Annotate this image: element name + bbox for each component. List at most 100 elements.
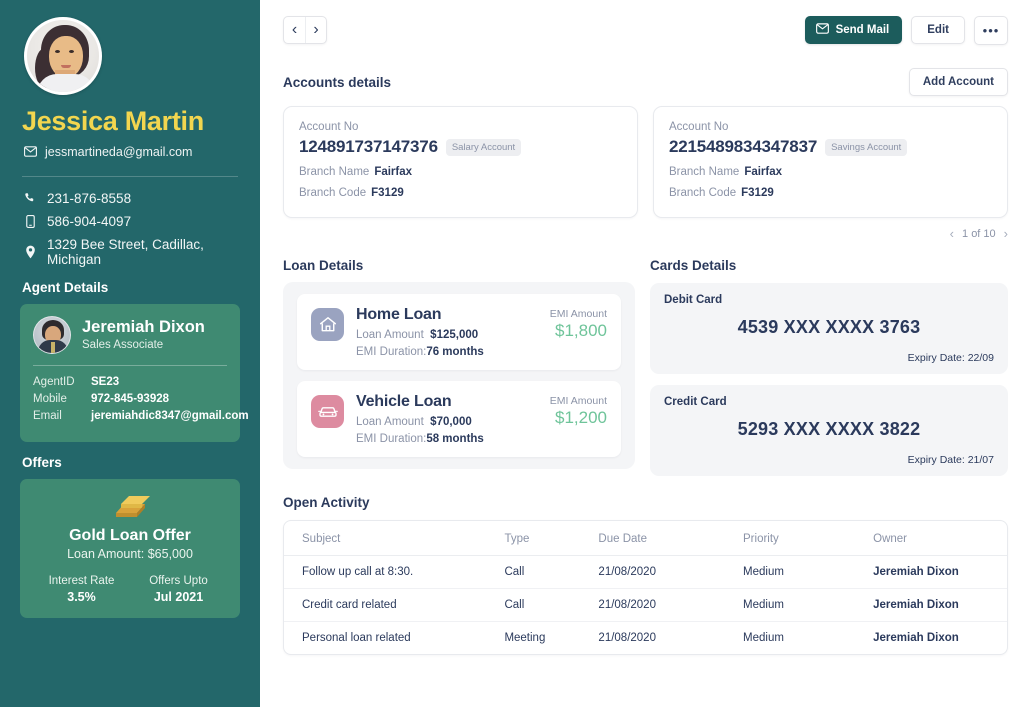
profile-mobile: 586-904-4097 xyxy=(47,213,132,229)
loan-amount-label: Loan Amount xyxy=(356,329,424,341)
account-card[interactable]: Account No 124891737147376 Salary Accoun… xyxy=(283,106,638,218)
agent-field-label: Mobile xyxy=(33,392,67,405)
emi-duration-value: 58 months xyxy=(426,433,484,445)
cell-priority: Medium xyxy=(725,588,856,622)
account-number: 124891737147376 xyxy=(299,137,438,156)
emi-block: EMI Amount $1,800 xyxy=(550,306,607,341)
loans-and-cards-row: Loan Details Home Loan Loan Amount $125,… xyxy=(283,258,1008,476)
cell-subject: Personal loan related xyxy=(302,632,411,644)
agent-header: Jeremiah Dixon Sales Associate xyxy=(33,315,227,354)
account-card[interactable]: Account No 2215489834347837 Savings Acco… xyxy=(653,106,1008,218)
column-header-priority[interactable]: Priority xyxy=(725,521,856,556)
branch-name-row: Branch Name Fairfax xyxy=(669,166,992,178)
cell-priority: Medium xyxy=(725,555,856,589)
column-header-subject[interactable]: Subject xyxy=(284,521,487,556)
cell-owner: Jeremiah Dixon xyxy=(855,555,1007,589)
column-header-due-date[interactable]: Due Date xyxy=(580,521,726,556)
avatar xyxy=(24,17,102,95)
account-number-row: 124891737147376 Salary Account xyxy=(299,137,622,157)
loan-amount-row: Loan Amount $70,000 xyxy=(356,416,550,428)
table-row[interactable]: Credit card related Call 21/08/2020 Medi… xyxy=(284,588,1007,622)
table-row[interactable]: Personal loan related Meeting 21/08/2020… xyxy=(284,622,1007,655)
contact-phone-row: 231-876-8558 xyxy=(20,191,240,206)
agent-field-label: AgentID xyxy=(33,375,75,388)
open-activity-section: Open Activity Subject Type Due Date Prio… xyxy=(283,495,1008,655)
cards-details-section: Cards Details Debit Card 4539 XXX XXXX 3… xyxy=(650,258,1008,476)
offer-stats: Interest Rate 3.5% Offers Upto Jul 2021 xyxy=(33,575,227,604)
card-type-label: Credit Card xyxy=(664,396,727,408)
profile-phone: 231-876-8558 xyxy=(47,190,132,206)
send-mail-button[interactable]: Send Mail xyxy=(804,16,903,44)
cell-subject: Credit card related xyxy=(284,588,487,622)
cell-owner: Jeremiah Dixon xyxy=(855,588,1007,622)
offer-interest-rate-label: Interest Rate xyxy=(48,574,115,587)
account-type-badge: Salary Account xyxy=(445,138,522,156)
add-account-button[interactable]: Add Account xyxy=(908,68,1008,96)
pagination-prev-icon[interactable]: ‹ xyxy=(950,227,954,240)
agent-field-value: SE23 xyxy=(91,375,120,388)
profile-email-row: jessmartineda@gmail.com xyxy=(23,145,240,159)
contact-mobile-row: 586-904-4097 xyxy=(20,214,240,229)
cell-type: Call xyxy=(486,555,581,589)
agent-avatar xyxy=(33,315,71,354)
contact-list: 231-876-8558 586-904-4097 1329 Bee Stree… xyxy=(20,191,240,267)
branch-name-value: Fairfax xyxy=(374,166,413,178)
table-row[interactable]: Follow up call at 8:30. Call 21/08/2020 … xyxy=(284,555,1007,589)
pagination-next-icon[interactable]: › xyxy=(1004,227,1008,240)
envelope-icon xyxy=(23,146,38,157)
cards-details-title: Cards Details xyxy=(650,258,737,273)
card-number: 4539 XXX XXXX 3763 xyxy=(737,317,921,337)
offer-interest-rate-value: 3.5% xyxy=(67,589,96,604)
next-record-button[interactable]: › xyxy=(305,17,326,43)
emi-duration-value: 76 months xyxy=(426,346,484,358)
loan-card-vehicle[interactable]: Vehicle Loan Loan Amount $70,000 EMI Dur… xyxy=(297,381,621,457)
envelope-icon xyxy=(815,23,829,37)
credit-card-item[interactable]: Credit Card 5293 XXX XXXX 3822 Expiry Da… xyxy=(650,385,1008,476)
edit-button[interactable]: Edit xyxy=(911,16,965,44)
loan-card-home[interactable]: Home Loan Loan Amount $125,000 EMI Durat… xyxy=(297,294,621,370)
emi-amount-value: $1,200 xyxy=(555,408,607,427)
branch-code-label: Branch Code xyxy=(299,187,367,199)
more-options-button[interactable]: ••• xyxy=(974,15,1008,45)
account-no-label: Account No xyxy=(669,121,729,133)
offer-subtitle: Loan Amount: $65,000 xyxy=(67,546,193,561)
car-icon xyxy=(311,395,344,428)
agent-field-value: 972-845-93928 xyxy=(91,392,170,405)
agent-field-label: Email xyxy=(33,409,62,422)
location-pin-icon xyxy=(23,245,38,259)
toolbar: ‹ › Send Mail Edit ••• xyxy=(283,13,1008,47)
agent-name: Jeremiah Dixon xyxy=(82,318,205,337)
gold-bars-icon xyxy=(33,491,227,523)
emi-duration-label: EMI Duration: xyxy=(356,433,427,445)
offer-card[interactable]: Gold Loan Offer Loan Amount: $65,000 Int… xyxy=(20,478,240,618)
profile-email: jessmartineda@gmail.com xyxy=(45,144,193,159)
main-content: ‹ › Send Mail Edit ••• Accounts details … xyxy=(260,0,1024,707)
crm-contact-page: Jessica Martin jessmartineda@gmail.com 2… xyxy=(0,0,1024,707)
branch-name-row: Branch Name Fairfax xyxy=(299,166,622,178)
column-header-type[interactable]: Type xyxy=(486,521,581,556)
column-header-owner[interactable]: Owner xyxy=(855,521,1007,556)
accounts-header: Accounts details Add Account xyxy=(283,68,1008,96)
prev-record-button[interactable]: ‹ xyxy=(284,17,305,43)
loan-panel: Home Loan Loan Amount $125,000 EMI Durat… xyxy=(283,282,635,469)
cell-due-date: 21/08/2020 xyxy=(580,588,726,622)
emi-amount-label: EMI Amount xyxy=(549,395,607,407)
agent-details-heading: Agent Details xyxy=(22,279,109,295)
debit-card-item[interactable]: Debit Card 4539 XXX XXXX 3763 Expiry Dat… xyxy=(650,283,1008,374)
emi-amount-label: EMI Amount xyxy=(549,308,607,320)
agent-divider xyxy=(33,364,227,366)
branch-code-row: Branch Code F3129 xyxy=(669,187,992,199)
agent-role: Sales Associate xyxy=(82,339,164,352)
toolbar-actions: Send Mail Edit ••• xyxy=(804,15,1008,45)
branch-code-row: Branch Code F3129 xyxy=(299,187,622,199)
branch-code-value: F3129 xyxy=(741,187,774,199)
contact-address-row: 1329 Bee Street, Cadillac, Michigan xyxy=(20,237,240,267)
emi-duration-row: EMI Duration:58 months xyxy=(356,433,550,445)
offer-upto: Offers Upto Jul 2021 xyxy=(130,575,227,604)
pagination-status: 1 of 10 xyxy=(962,227,996,240)
loan-name: Vehicle Loan xyxy=(356,393,452,410)
loan-amount-row: Loan Amount $125,000 xyxy=(356,329,550,341)
loan-amount-value: $70,000 xyxy=(430,416,472,428)
emi-duration-label: EMI Duration: xyxy=(356,346,427,358)
cell-due-date: 21/08/2020 xyxy=(580,555,726,589)
